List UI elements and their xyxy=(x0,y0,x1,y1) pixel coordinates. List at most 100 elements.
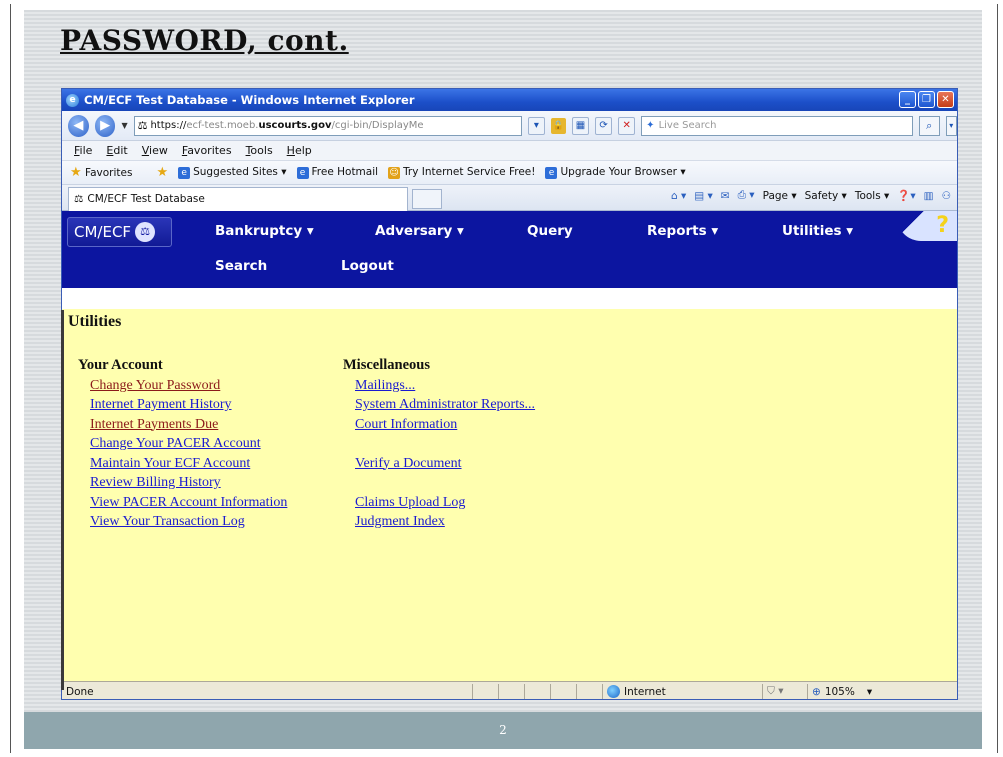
address-toolbar: ◀ ▶ ▼ ⚖ https://ecf-test.moeb. uscourts.g… xyxy=(62,111,957,141)
messenger-icon[interactable]: ⚇ xyxy=(942,190,951,202)
tab-cm-ecf[interactable]: ⚖ CM/ECF Test Database xyxy=(68,186,408,211)
miscellaneous-section: Miscellaneous Mailings... System Adminis… xyxy=(343,356,535,532)
help-button[interactable]: ? xyxy=(897,211,957,241)
menu-favorites[interactable]: Favorites xyxy=(182,144,232,157)
page-content: Utilities Your Account Change Your Passw… xyxy=(62,309,957,681)
zoom-dropdown-icon: ▾ xyxy=(866,685,873,698)
browser-window: e CM/ECF Test Database - Windows Interne… xyxy=(61,88,958,700)
link-mailings[interactable]: Mailings... xyxy=(355,376,535,396)
address-bar[interactable]: ⚖ https://ecf-test.moeb. uscourts.gov/cgi… xyxy=(133,115,522,136)
link-review-billing-history[interactable]: Review Billing History xyxy=(90,473,287,493)
refresh-icon[interactable]: ⟳ xyxy=(595,116,613,135)
command-safety[interactable]: Safety ▾ xyxy=(805,190,847,202)
protected-mode-icon[interactable]: ⛉ ▾ xyxy=(762,683,807,699)
address-scheme: https:// xyxy=(150,120,187,131)
help-icon[interactable]: ❓▾ xyxy=(897,189,915,202)
window-shadow-edge xyxy=(61,310,64,690)
fav-link-suggested-sites[interactable]: e Suggested Sites ▾ xyxy=(178,166,287,179)
fav-link-upgrade-browser[interactable]: e Upgrade Your Browser ▾ xyxy=(545,166,686,179)
live-search-icon: ✦ xyxy=(646,120,655,131)
link-view-transaction-log[interactable]: View Your Transaction Log xyxy=(90,512,287,532)
search-placeholder: Live Search xyxy=(658,120,717,131)
tab-row: ⚖ CM/ECF Test Database ⌂ ▾ ▤ ▾ ✉ ⎙ ▾ Pag… xyxy=(62,185,957,211)
address-dropdown-icon[interactable]: ▾ xyxy=(527,116,545,135)
link-maintain-ecf-account[interactable]: Maintain Your ECF Account xyxy=(90,454,287,474)
slide-page-number: 2 xyxy=(499,723,507,737)
address-host-prefix: ecf-test.moeb. xyxy=(186,120,259,131)
status-cell xyxy=(524,683,550,699)
zoom-icon: ⊕ xyxy=(812,685,821,698)
window-controls: _ ❐ ✕ xyxy=(899,91,954,108)
favorites-button[interactable]: ★ Favorites xyxy=(70,165,132,180)
status-bar: Done Internet ⛉ ▾ ⊕ 105% ▾ xyxy=(62,681,957,699)
print-icon[interactable]: ⎙ ▾ xyxy=(738,189,755,202)
history-dropdown-icon[interactable]: ▼ xyxy=(121,121,127,130)
compatibility-icon[interactable]: ▦ xyxy=(571,116,590,135)
status-text: Done xyxy=(66,685,94,698)
status-cell xyxy=(498,683,524,699)
ecf-logo[interactable]: CM/ECF ⚖ xyxy=(67,217,172,247)
minimize-button[interactable]: _ xyxy=(899,91,916,108)
fav-link-free-hotmail[interactable]: e Free Hotmail xyxy=(296,166,379,179)
research-icon[interactable]: ▥ xyxy=(924,190,934,202)
search-options-button[interactable]: ▾ xyxy=(945,115,957,136)
add-favorite-icon[interactable]: ★ xyxy=(156,165,168,180)
search-input[interactable]: ✦ Live Search xyxy=(641,115,913,136)
link-internet-payment-history[interactable]: Internet Payment History xyxy=(90,395,287,415)
home-icon[interactable]: ⌂ ▾ xyxy=(671,190,686,202)
stop-icon[interactable]: ✕ xyxy=(618,116,636,135)
link-court-information[interactable]: Court Information xyxy=(355,415,535,435)
menu-help[interactable]: Help xyxy=(287,144,312,157)
lock-icon[interactable]: 🔒 xyxy=(550,117,566,134)
feeds-icon[interactable]: ▤ ▾ xyxy=(694,190,713,202)
new-tab-button[interactable] xyxy=(412,188,442,209)
your-account-heading: Your Account xyxy=(78,357,163,373)
nav-search[interactable]: Search xyxy=(215,258,267,274)
command-page[interactable]: Page ▾ xyxy=(763,190,797,202)
link-change-pacer-account[interactable]: Change Your PACER Account xyxy=(90,434,287,454)
menu-edit[interactable]: Edit xyxy=(106,144,127,157)
zone-indicator[interactable]: Internet xyxy=(602,683,762,699)
nav-reports[interactable]: Reports ▾ xyxy=(647,223,718,239)
maximize-button[interactable]: ❐ xyxy=(918,91,935,108)
link-view-pacer-account-info[interactable]: View PACER Account Information xyxy=(90,493,287,513)
search-go-button[interactable]: ⌕ xyxy=(918,115,940,136)
close-button[interactable]: ✕ xyxy=(937,91,954,108)
zone-label: Internet xyxy=(624,685,666,698)
link-judgment-index[interactable]: Judgment Index xyxy=(355,512,535,532)
nav-bankruptcy[interactable]: Bankruptcy ▾ xyxy=(215,223,314,239)
link-change-password[interactable]: Change Your Password xyxy=(90,376,287,396)
zoom-control[interactable]: ⊕ 105% ▾ xyxy=(807,683,897,699)
page-title: Utilities xyxy=(68,313,122,330)
link-system-admin-reports[interactable]: System Administrator Reports... xyxy=(355,395,535,415)
mail-icon[interactable]: ✉ xyxy=(721,190,730,202)
fav-link-label: Free Hotmail xyxy=(311,166,379,178)
command-tools[interactable]: Tools ▾ xyxy=(855,190,889,202)
menu-view[interactable]: View xyxy=(142,144,168,157)
link-verify-document[interactable]: Verify a Document xyxy=(355,454,535,474)
window-title: CM/ECF Test Database - Windows Internet … xyxy=(84,93,415,107)
fav-link-try-internet[interactable]: ☺ Try Internet Service Free! xyxy=(388,166,535,179)
nav-adversary[interactable]: Adversary ▾ xyxy=(375,223,464,239)
menu-tools[interactable]: Tools xyxy=(246,144,273,157)
ecf-navbar: CM/ECF ⚖ Bankruptcy ▾ Adversary ▾ Query … xyxy=(62,211,957,288)
site-favicon-icon: ⚖ xyxy=(137,119,148,132)
nav-logout[interactable]: Logout xyxy=(341,258,394,274)
ie-page-icon: e xyxy=(178,167,191,179)
back-button[interactable]: ◀ xyxy=(68,114,89,137)
link-claims-upload-log[interactable]: Claims Upload Log xyxy=(355,493,535,513)
internet-globe-icon xyxy=(607,685,620,698)
slide-footer: 2 xyxy=(24,712,982,749)
nav-query[interactable]: Query xyxy=(527,223,573,239)
address-host-domain: uscourts.gov xyxy=(258,120,332,131)
fav-link-label: Try Internet Service Free! xyxy=(403,166,536,178)
favorites-label: Favorites xyxy=(85,167,133,179)
link-internet-payments-due[interactable]: Internet Payments Due xyxy=(90,415,287,435)
window-titlebar: e CM/ECF Test Database - Windows Interne… xyxy=(62,89,957,111)
forward-button[interactable]: ▶ xyxy=(94,114,116,137)
command-bar: ⌂ ▾ ▤ ▾ ✉ ⎙ ▾ Page ▾ Safety ▾ Tools ▾ ❓▾… xyxy=(671,189,951,202)
menu-file[interactable]: File xyxy=(74,144,92,157)
ecf-logo-text: CM/ECF xyxy=(74,223,132,241)
nav-utilities[interactable]: Utilities ▾ xyxy=(782,223,853,239)
